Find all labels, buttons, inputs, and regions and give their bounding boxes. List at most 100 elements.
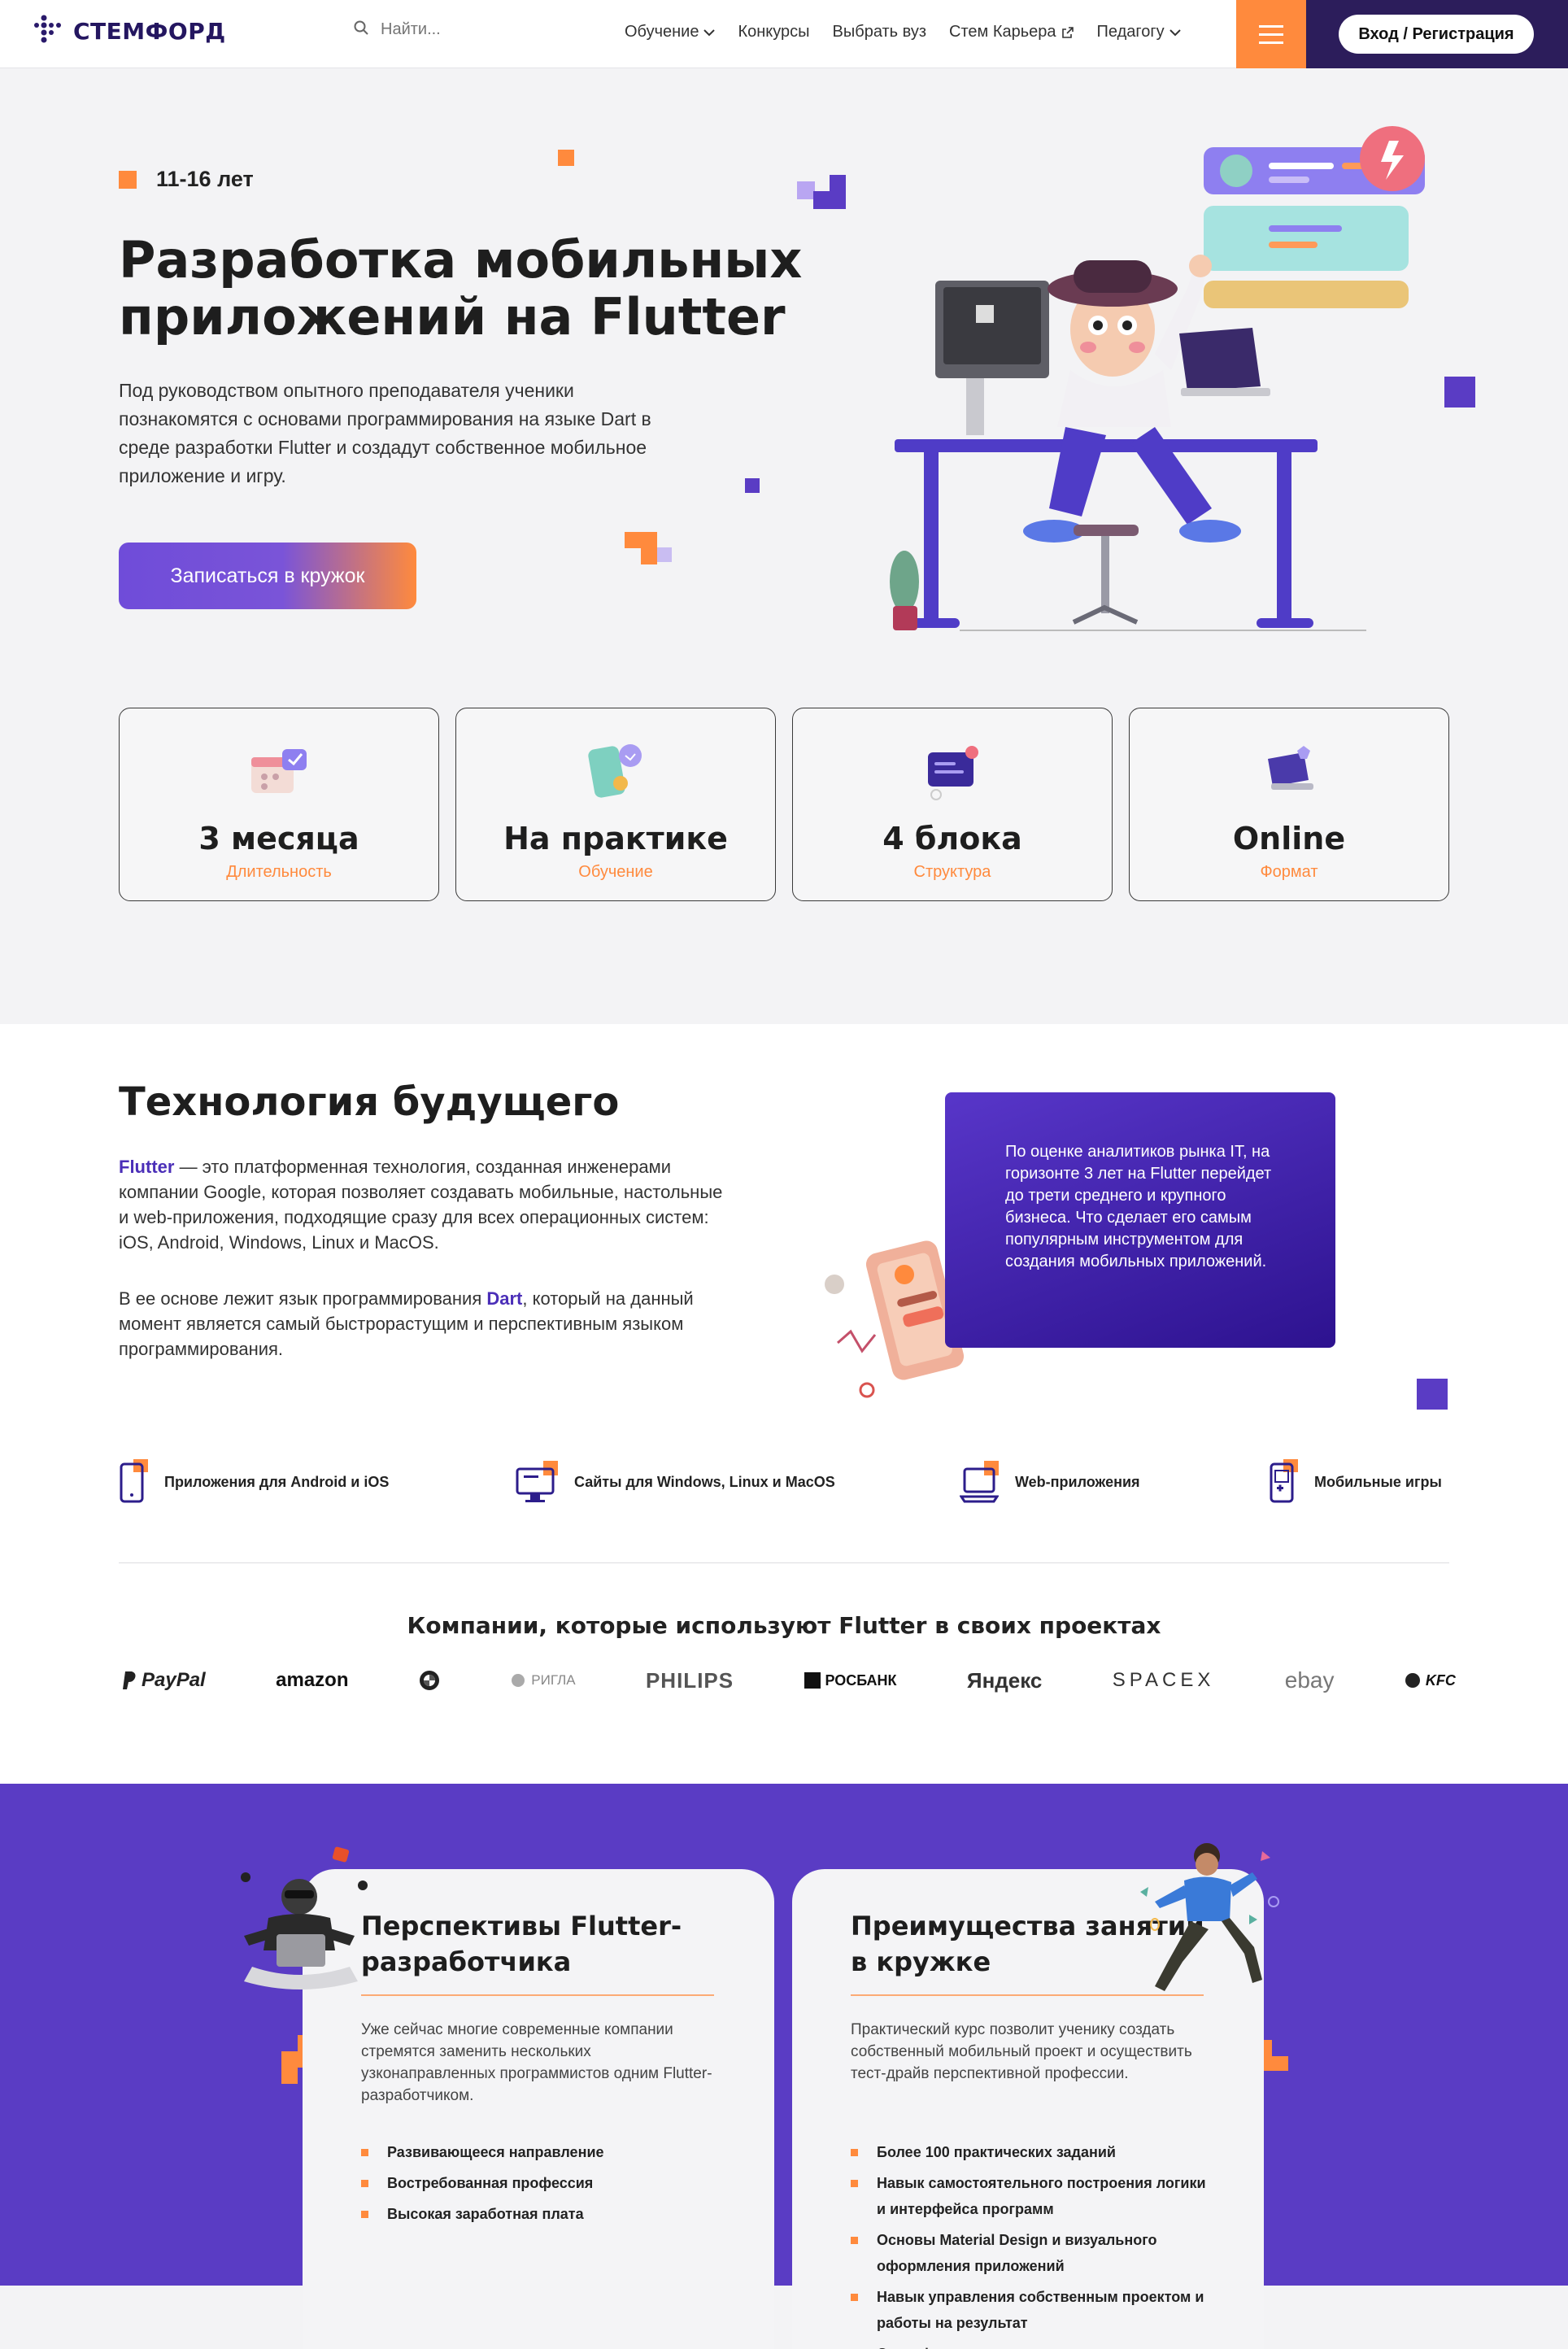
nav-item-choose-university[interactable]: Выбрать вуз	[833, 23, 926, 41]
yandex-logo: Яндекс	[967, 1668, 1043, 1693]
hero-illustration	[878, 126, 1464, 655]
decor-square	[558, 150, 574, 166]
nav-item-teachers[interactable]: Педагогу	[1097, 23, 1181, 41]
spacex-logo: SPACEX	[1113, 1669, 1215, 1692]
list-item: Развивающееся направление	[361, 2139, 604, 2165]
calendar-icon	[246, 744, 311, 801]
stat-label: Структура	[913, 863, 991, 881]
section-divider	[119, 1562, 1449, 1563]
flutter-term: Flutter	[119, 1157, 175, 1177]
feature-label: Сайты для Windows, Linux и MacOS	[574, 1473, 835, 1490]
feature-mobile-games: Мобильные игры	[1269, 1459, 1442, 1505]
decor-square	[1272, 2040, 1288, 2056]
enroll-button[interactable]: Записаться в кружок	[119, 543, 416, 609]
laptop-icon	[959, 1459, 1000, 1505]
menu-burger-button[interactable]	[1236, 0, 1306, 68]
kfc-logo: KFC	[1405, 1672, 1456, 1689]
stat-card-duration: 3 месяца Длительность	[119, 708, 439, 901]
stemford-logo[interactable]: СТЕМФОРД	[33, 13, 226, 49]
burger-line	[1259, 41, 1283, 44]
list-item: Более 100 практических заданий	[851, 2139, 1209, 2165]
stat-value: 3 месяца	[198, 821, 359, 856]
search-box[interactable]	[353, 20, 560, 40]
list-item: Основы Material Design и визуального офо…	[851, 2227, 1209, 2279]
logo-text: Яндекс	[966, 1667, 1043, 1693]
nav-item-education[interactable]: Обучение	[625, 23, 716, 41]
card-text: Уже сейчас многие современные компании с…	[361, 2021, 712, 2104]
message-board-icon	[920, 744, 985, 801]
nav-item-stem-career[interactable]: Стем Карьера	[949, 23, 1074, 41]
monitor-icon	[516, 1459, 558, 1505]
login-register-button[interactable]: Вход / Регистрация	[1339, 15, 1534, 54]
hero-section: 11-16 лет Разработка мобильных приложени…	[0, 69, 1568, 1024]
stat-card-structure: 4 блока Структура	[792, 708, 1113, 901]
logo-text: РИГЛА	[531, 1672, 576, 1688]
chevron-down-icon	[703, 28, 716, 36]
decor-square	[625, 532, 657, 548]
logo-text: PHILIPS	[645, 1667, 734, 1693]
logo-mark-icon	[33, 13, 68, 49]
age-badge: 11-16 лет	[119, 167, 254, 192]
chat-phone-icon	[583, 744, 648, 801]
paypal-logo: PayPal	[122, 1669, 206, 1692]
tech-text: В ее основе лежит язык программирования	[119, 1288, 487, 1309]
bmw-roundel-icon	[419, 1671, 439, 1690]
analytics-fact-box: По оценке аналитиков рынка IT, на горизо…	[945, 1092, 1335, 1348]
card-list: Развивающееся направление Востребованная…	[361, 2139, 604, 2232]
age-text: 11-16 лет	[156, 167, 254, 191]
amazon-logo: amazon	[276, 1669, 348, 1692]
logo-text: PayPal	[142, 1669, 206, 1691]
smartphone-icon	[119, 1459, 148, 1505]
burger-line	[1259, 24, 1283, 28]
stat-label: Длительность	[226, 863, 332, 881]
list-item: Высокая заработная плата	[361, 2201, 604, 2227]
search-icon	[353, 20, 369, 40]
stat-value: На практике	[503, 821, 728, 856]
burger-line	[1259, 33, 1283, 36]
decor-square	[830, 175, 846, 191]
logo-text: РОСБАНК	[825, 1671, 897, 1689]
chevron-down-icon	[1169, 28, 1181, 36]
feature-web-apps: Web-приложения	[959, 1459, 1140, 1505]
logo-text: KFC	[1425, 1671, 1456, 1689]
stat-value: 4 блока	[882, 821, 1022, 856]
nav-label: Конкурсы	[738, 23, 810, 41]
stat-label: Формат	[1260, 863, 1318, 881]
laptop-icon	[1257, 744, 1322, 801]
stat-card-online: Online Формат	[1129, 708, 1449, 901]
bottom-strip	[0, 2286, 1568, 2349]
card-list: Более 100 практических заданий Навык сам…	[851, 2139, 1209, 2349]
feature-label: Приложения для Android и iOS	[164, 1473, 390, 1490]
feature-label: Web-приложения	[1015, 1473, 1140, 1490]
card-text: Практический курс позволит ученику созда…	[851, 2021, 1192, 2082]
card-divider	[361, 1994, 714, 1996]
philips-logo: PHILIPS	[646, 1668, 734, 1693]
logo-text: SPACEX	[1112, 1669, 1215, 1691]
logo-text: amazon	[276, 1669, 349, 1691]
feature-mobile-apps: Приложения для Android и iOS	[119, 1459, 389, 1505]
search-input[interactable]	[381, 20, 560, 39]
main-nav: Обучение Конкурсы Выбрать вуз Стем Карье…	[625, 23, 1181, 41]
decor-square	[281, 2068, 298, 2084]
rosbank-logo: РОСБАНК	[804, 1672, 897, 1689]
external-link-icon	[1061, 26, 1074, 38]
nav-label: Обучение	[625, 23, 699, 41]
list-item: Навык самостоятельного построения логики…	[851, 2170, 1209, 2222]
stat-label: Обучение	[578, 863, 653, 881]
companies-title: Компании, которые используют Flutter в с…	[407, 1612, 1161, 1639]
tech-paragraph-2: В ее основе лежит язык программирования …	[119, 1286, 737, 1362]
gamepad-icon	[1269, 1459, 1298, 1505]
nav-item-contests[interactable]: Конкурсы	[738, 23, 809, 41]
stat-value: Online	[1232, 821, 1346, 856]
logo-text: СТЕМФОРД	[73, 17, 226, 45]
nav-label: Выбрать вуз	[832, 23, 927, 41]
list-item: Сертификат о прохождении	[851, 2341, 1209, 2349]
decor-square	[745, 478, 760, 493]
age-marker	[119, 170, 137, 189]
login-panel: Вход / Регистрация	[1306, 0, 1568, 68]
decor-square	[641, 548, 657, 564]
decor-square	[797, 181, 815, 199]
rigla-logo: РИГЛА	[510, 1672, 576, 1689]
feature-desktop-sites: Сайты для Windows, Linux и MacOS	[516, 1459, 835, 1505]
page-title: Разработка мобильных приложений на Flutt…	[119, 230, 803, 346]
